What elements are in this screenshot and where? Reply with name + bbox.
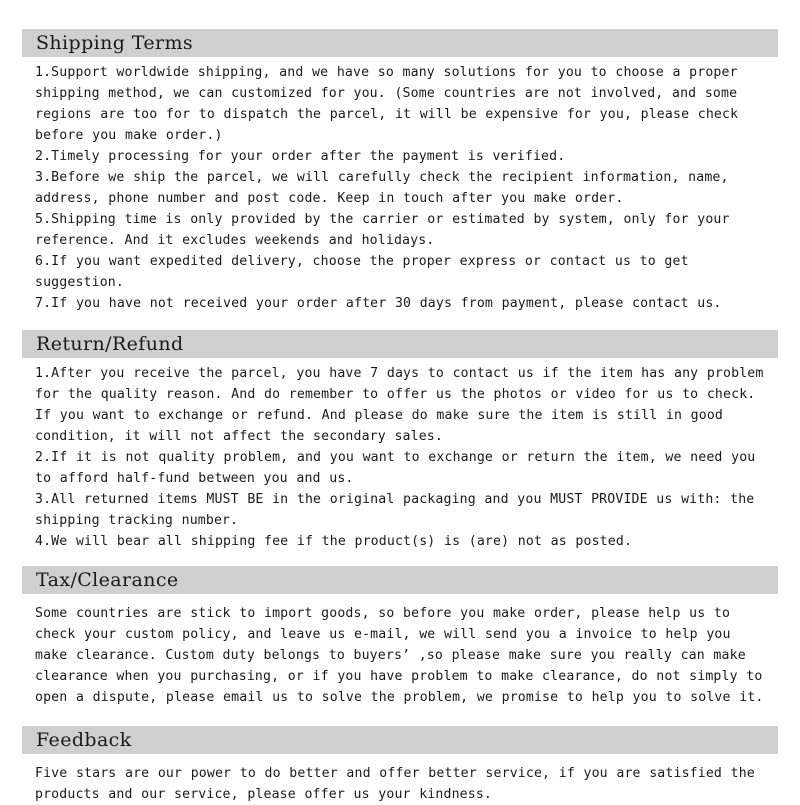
paragraph: 7.If you have not received your order af… bbox=[35, 296, 722, 311]
section-feedback: Feedback Five stars are our power to do … bbox=[0, 726, 800, 805]
policy-document-page: Shipping Terms 1.Support worldwide shipp… bbox=[0, 0, 800, 802]
paragraph: 2.Timely processing for your order after… bbox=[35, 149, 566, 164]
paragraph: Some countries are stick to import goods… bbox=[35, 606, 772, 705]
section-body-tax-clearance: Some countries are stick to import goods… bbox=[0, 594, 800, 708]
paragraph: 5.Shipping time is only provided by the … bbox=[35, 212, 739, 248]
paragraph: 1.After you receive the parcel, you have… bbox=[35, 366, 773, 444]
paragraph: Five stars are our power to do better an… bbox=[35, 766, 764, 802]
section-return-refund: Return/Refund 1.After you receive the pa… bbox=[0, 330, 800, 552]
paragraph: 3.All returned items MUST BE in the orig… bbox=[35, 492, 763, 528]
paragraph: 6.If you want expedited delivery, choose… bbox=[35, 254, 698, 290]
section-tax-clearance: Tax/Clearance Some countries are stick t… bbox=[0, 566, 800, 708]
section-heading-feedback: Feedback bbox=[22, 726, 778, 754]
section-heading-shipping-terms: Shipping Terms bbox=[22, 29, 778, 57]
section-shipping-terms: Shipping Terms 1.Support worldwide shipp… bbox=[0, 29, 800, 314]
section-heading-tax-clearance: Tax/Clearance bbox=[22, 566, 778, 594]
paragraph: 4.We will bear all shipping fee if the p… bbox=[35, 534, 633, 549]
paragraph: 2.If it is not quality problem, and you … bbox=[35, 450, 764, 486]
section-body-shipping-terms: 1.Support worldwide shipping, and we hav… bbox=[0, 57, 800, 314]
paragraph: 3.Before we ship the parcel, we will car… bbox=[35, 170, 738, 206]
section-heading-return-refund: Return/Refund bbox=[22, 330, 778, 358]
top-spacer bbox=[0, 0, 800, 29]
paragraph: 1.Support worldwide shipping, and we hav… bbox=[35, 65, 747, 143]
section-body-feedback: Five stars are our power to do better an… bbox=[0, 754, 800, 805]
section-body-return-refund: 1.After you receive the parcel, you have… bbox=[0, 358, 800, 552]
